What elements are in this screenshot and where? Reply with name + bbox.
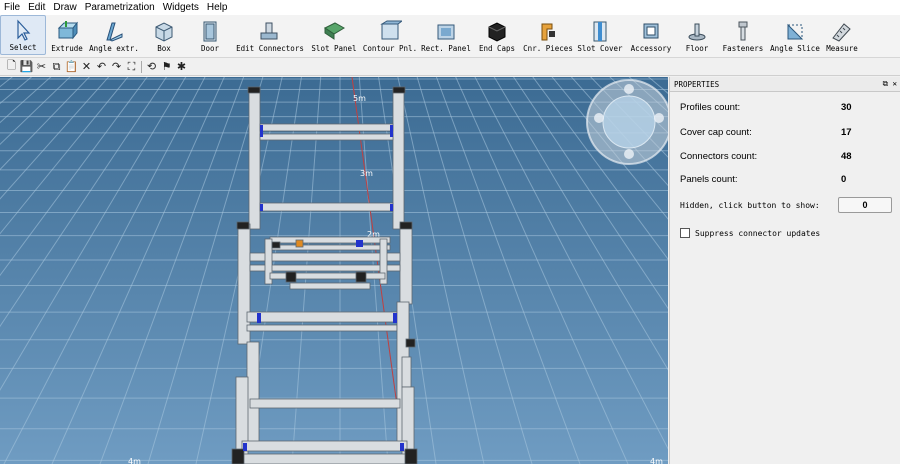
- tool-angle-slice[interactable]: Angle Slice: [768, 15, 822, 55]
- slot-panel-icon: [324, 22, 345, 40]
- tool-extrude[interactable]: Extrude: [46, 15, 88, 55]
- fly-icon: [624, 149, 634, 159]
- accessory-icon: [643, 23, 659, 39]
- tool-door[interactable]: Door: [188, 15, 232, 55]
- cover-cap-count-value: 17: [841, 127, 852, 138]
- menu-parametrization[interactable]: Parametrization: [81, 2, 159, 13]
- toolbar-separator: [141, 60, 142, 73]
- pan-hand-icon: [594, 113, 604, 123]
- tool-edit-connectors[interactable]: Edit Connectors: [232, 15, 308, 55]
- navigation-widget[interactable]: [586, 79, 668, 165]
- screenshot-icon[interactable]: ⚑: [159, 60, 174, 74]
- door-icon: [203, 21, 217, 42]
- undo-icon[interactable]: ↶: [94, 60, 109, 74]
- menu-edit[interactable]: Edit: [24, 2, 49, 13]
- angle-extrude-icon: [106, 22, 123, 42]
- panels-count-value: 0: [841, 174, 847, 185]
- connectors-count-label: Connectors count:: [680, 151, 758, 162]
- cover-cap-count-label: Cover cap count:: [680, 127, 752, 138]
- tool-fasteners[interactable]: Fasteners: [718, 15, 768, 55]
- paste-icon[interactable]: 📋: [64, 60, 79, 74]
- menu-widgets[interactable]: Widgets: [159, 2, 203, 13]
- contour-panel-icon: [380, 20, 402, 40]
- new-file-icon[interactable]: 🗋: [4, 59, 19, 74]
- tool-measure[interactable]: Measure: [822, 15, 862, 55]
- zoom-extents-icon[interactable]: ⛶: [124, 60, 139, 74]
- tool-contour-panel[interactable]: Contour Pnl.: [360, 15, 420, 55]
- zoom-in-icon: [654, 113, 664, 123]
- zoom-icon: [624, 84, 634, 94]
- edit-connectors-icon: [260, 22, 278, 40]
- rect-panel-icon: [437, 24, 455, 40]
- tool-end-caps[interactable]: End Caps: [472, 15, 522, 55]
- checkbox-box[interactable]: [680, 228, 690, 238]
- angle-slice-icon: [787, 23, 804, 40]
- redo-icon[interactable]: ↷: [109, 60, 124, 74]
- tool-accessory[interactable]: Accessory: [626, 15, 676, 55]
- bug-icon[interactable]: ✱: [174, 60, 189, 74]
- 3d-viewport[interactable]: 5m 3m 2m 4m 4m: [0, 77, 668, 464]
- menu-help[interactable]: Help: [203, 2, 232, 13]
- distance-marker: 3m: [360, 169, 373, 178]
- cursor-arrow-icon: [17, 19, 31, 41]
- end-caps-icon: [488, 22, 506, 42]
- tool-box[interactable]: Box: [140, 15, 188, 55]
- properties-panel: PROPERTIES ⧉ ✕ Profiles count: 30 Cover …: [669, 77, 900, 464]
- menu-bar: File Edit Draw Parametrization Widgets H…: [0, 0, 900, 15]
- hidden-label: Hidden, click button to show:: [680, 201, 820, 210]
- viewport-scene: 5m 3m 2m 4m 4m: [0, 77, 668, 464]
- show-hidden-button[interactable]: 0: [838, 197, 892, 213]
- extrude-icon: [57, 21, 79, 40]
- tool-slot-cover[interactable]: Slot Cover: [574, 15, 626, 55]
- rotate-icon[interactable]: ⟲: [144, 60, 159, 74]
- cut-icon[interactable]: ✂: [34, 60, 49, 74]
- suppress-connector-updates-label: Suppress connector updates: [695, 228, 821, 238]
- menu-draw[interactable]: Draw: [49, 2, 80, 13]
- tool-corner-pieces[interactable]: Cnr. Pieces: [522, 15, 574, 55]
- distance-marker: 4m: [128, 457, 141, 464]
- save-icon[interactable]: 💾: [19, 60, 34, 74]
- copy-icon[interactable]: ⧉: [49, 60, 64, 74]
- panel-float-close-icons[interactable]: ⧉ ✕: [883, 79, 897, 89]
- panels-count-label: Panels count:: [680, 174, 738, 185]
- menu-file[interactable]: File: [0, 2, 24, 13]
- tool-rect-panel[interactable]: Rect. Panel: [420, 15, 472, 55]
- secondary-toolbar: 🗋 💾 ✂ ⧉ 📋 ✕ ↶ ↷ ⛶ ⟲ ⚑ ✱: [0, 58, 900, 76]
- distance-marker: 4m: [650, 457, 663, 464]
- distance-marker: 5m: [353, 94, 366, 103]
- suppress-connector-updates-checkbox[interactable]: Suppress connector updates: [680, 228, 820, 238]
- tool-angle-extrude[interactable]: Angle extr.: [88, 15, 140, 55]
- measure-icon: [832, 23, 851, 42]
- tool-floor[interactable]: Floor: [676, 15, 718, 55]
- profiles-count-label: Profiles count:: [680, 102, 741, 113]
- profiles-count-value: 30: [841, 102, 852, 113]
- main-toolbar: Select Extrude Angle extr. Box Door Edit…: [0, 15, 900, 58]
- connectors-count-value: 48: [841, 151, 852, 162]
- corner-pieces-icon: [541, 23, 555, 41]
- properties-header: PROPERTIES ⧉ ✕: [670, 77, 900, 92]
- delete-icon[interactable]: ✕: [79, 60, 94, 74]
- floor-icon: [688, 23, 706, 41]
- properties-title: PROPERTIES: [674, 79, 720, 89]
- tool-select[interactable]: Select: [0, 15, 46, 55]
- box-icon: [155, 22, 173, 42]
- fasteners-icon: [738, 21, 748, 41]
- tool-slot-panel[interactable]: Slot Panel: [308, 15, 360, 55]
- slot-cover-icon: [593, 21, 607, 42]
